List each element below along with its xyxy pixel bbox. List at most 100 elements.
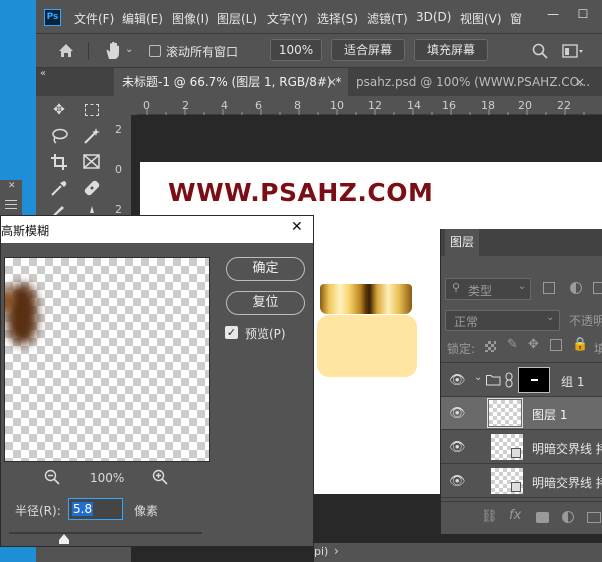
layer-row-highlight-copy[interactable]: 👁 明暗交界线 拷 — [441, 465, 602, 498]
menu-file[interactable]: 文件(F) — [74, 10, 114, 27]
minimize-button[interactable]: — — [538, 4, 568, 26]
lock-all-icon[interactable]: 🔒 — [572, 337, 588, 352]
layer-filter-select[interactable]: ⚲ 类型 ⌄ — [445, 278, 531, 300]
smart-object-icon — [511, 448, 521, 458]
chevron-down-icon[interactable]: ⌄ — [125, 44, 133, 55]
layer-row-layer-1[interactable]: 👁 图层 1 — [441, 397, 602, 430]
tab-close-icon[interactable]: × — [575, 68, 585, 96]
group-mask-thumbnail[interactable] — [518, 367, 550, 393]
close-icon[interactable]: ✕ — [291, 219, 303, 235]
visibility-eye-icon[interactable]: 👁 — [449, 406, 466, 421]
adjustment-icon[interactable] — [562, 511, 574, 523]
preview-checkbox[interactable]: ✓ — [225, 326, 238, 339]
menu-type[interactable]: 文字(Y) — [267, 10, 308, 27]
visibility-eye-icon[interactable]: 👁 — [449, 440, 466, 455]
layer-thumbnail — [487, 398, 523, 428]
status-text: pi) — [314, 545, 329, 558]
blur-preview[interactable] — [4, 257, 210, 462]
magic-wand-icon[interactable] — [81, 125, 103, 147]
zoom-level-button[interactable]: 100% — [270, 39, 322, 61]
layer-filter-label: 类型 — [468, 284, 493, 298]
radius-slider-track[interactable] — [9, 532, 202, 534]
search-icon: ⚲ — [452, 281, 461, 294]
ok-button[interactable]: 确定 — [226, 257, 305, 281]
status-arrow-icon[interactable]: › — [334, 544, 339, 558]
marquee-tool-icon[interactable] — [81, 99, 103, 121]
layers-tab[interactable]: 图层 — [445, 229, 479, 256]
layer-name: 明暗交界线 拷 — [532, 442, 602, 456]
menu-select[interactable]: 选择(S) — [317, 10, 358, 27]
crop-tool-icon[interactable] — [48, 151, 70, 173]
chevron-down-icon: ⌄ — [546, 312, 555, 323]
menu-view[interactable]: 视图(V) — [460, 10, 502, 27]
tools-panel: ✥ — [40, 96, 112, 226]
lasso-tool-icon[interactable] — [48, 125, 70, 147]
tab-label: 未标题-1 @ 66.7% (图层 1, RGB/8#) * — [122, 75, 342, 89]
scroll-all-label: 滚动所有窗口 — [166, 45, 239, 59]
move-tool-icon[interactable]: ✥ — [48, 99, 70, 121]
jar-cap — [320, 284, 412, 314]
visibility-eye-icon[interactable]: 👁 — [449, 373, 466, 388]
zoom-out-icon[interactable] — [44, 469, 60, 488]
scroll-all-checkbox[interactable] — [149, 45, 161, 57]
zoom-in-icon[interactable] — [152, 469, 168, 488]
chevron-down-icon: ⌄ — [518, 281, 527, 292]
collapse-panel-icon[interactable]: « — [40, 68, 46, 79]
menu-bar: Ps 文件(F) 编辑(E) 图像(I) 图层(L) 文字(Y) 选择(S) 滤… — [36, 0, 602, 34]
radius-unit: 像素 — [134, 504, 159, 518]
tab-label: psahz.psd @ 100% (WWW.PSAHZ.CO... — [356, 75, 591, 89]
menu-window[interactable]: 窗 — [510, 10, 522, 27]
menu-filter[interactable]: 滤镜(T) — [367, 10, 408, 27]
frame-tool-icon[interactable] — [81, 151, 103, 173]
options-bar: ⌄ 滚动所有窗口 100% 适合屏幕 填充屏幕 — [36, 34, 602, 68]
blend-mode-select[interactable]: 正常 ⌄ — [445, 310, 560, 331]
workspace-icon[interactable] — [562, 44, 584, 58]
lock-label: 锁定: — [447, 342, 476, 356]
layer-row-highlight-copy[interactable]: 👁 明暗交界线 拷 — [441, 431, 602, 464]
preview-label: 预览(P) — [245, 327, 286, 341]
lock-transparency-icon[interactable] — [485, 341, 496, 352]
healing-brush-icon[interactable] — [81, 177, 103, 199]
tab-untitled-1[interactable]: 未标题-1 @ 66.7% (图层 1, RGB/8#) * × — [114, 68, 348, 96]
jar-body — [317, 315, 417, 377]
adjustment-filter-icon[interactable] — [570, 282, 582, 294]
group-icon[interactable] — [587, 512, 601, 523]
fit-screen-button[interactable]: 适合屏幕 — [331, 39, 405, 61]
radius-label: 半径(R): — [15, 504, 61, 518]
horizontal-ruler: 0 2 4 6 8 10 12 14 16 18 20 22 — [137, 96, 602, 115]
lock-paint-icon[interactable]: ✎ — [507, 337, 518, 352]
link-icon[interactable]: ⛓ — [481, 509, 498, 524]
menu-3d[interactable]: 3D(D) — [416, 10, 451, 24]
fx-icon[interactable]: fx — [509, 508, 521, 523]
lock-position-icon[interactable]: ✥ — [528, 337, 539, 352]
visibility-eye-icon[interactable]: 👁 — [449, 474, 466, 489]
close-panel-icon[interactable]: ✕ — [8, 181, 16, 191]
search-icon[interactable] — [532, 43, 548, 59]
maximize-button[interactable]: ☐ — [568, 4, 598, 26]
hand-tool-icon[interactable] — [104, 41, 122, 60]
document-tab-bar: « 未标题-1 @ 66.7% (图层 1, RGB/8#) * × psahz… — [36, 68, 602, 96]
menu-layer[interactable]: 图层(L) — [217, 10, 257, 27]
lock-artboard-icon[interactable] — [550, 339, 562, 351]
layer-name: 组 1 — [561, 375, 585, 389]
menu-edit[interactable]: 编辑(E) — [122, 10, 163, 27]
radius-input[interactable]: 5.8 — [68, 498, 123, 520]
eyedropper-tool-icon[interactable] — [48, 177, 70, 199]
image-filter-icon[interactable] — [543, 282, 555, 294]
type-filter-icon[interactable] — [593, 282, 602, 294]
dialog-titlebar[interactable]: 高斯模糊 ✕ — [1, 216, 313, 243]
layer-name: 明暗交界线 拷 — [532, 476, 602, 490]
fill-screen-button[interactable]: 填充屏幕 — [414, 39, 488, 61]
panel-menu-icon[interactable] — [5, 200, 17, 201]
tab-psahz[interactable]: psahz.psd @ 100% (WWW.PSAHZ.CO... × — [348, 68, 602, 96]
preview-zoom-label: 100% — [90, 471, 125, 485]
mask-icon[interactable] — [536, 512, 549, 523]
chevron-down-icon[interactable]: ⌄ — [474, 372, 482, 383]
layer-row-group-1[interactable]: 👁 ⌄ 组 1 — [441, 364, 602, 397]
reset-button[interactable]: 复位 — [226, 291, 305, 315]
link-icon — [505, 372, 513, 388]
radius-slider-thumb[interactable] — [58, 533, 70, 545]
menu-image[interactable]: 图像(I) — [172, 10, 209, 27]
tab-close-icon[interactable]: × — [327, 68, 337, 96]
home-icon[interactable] — [58, 43, 74, 58]
